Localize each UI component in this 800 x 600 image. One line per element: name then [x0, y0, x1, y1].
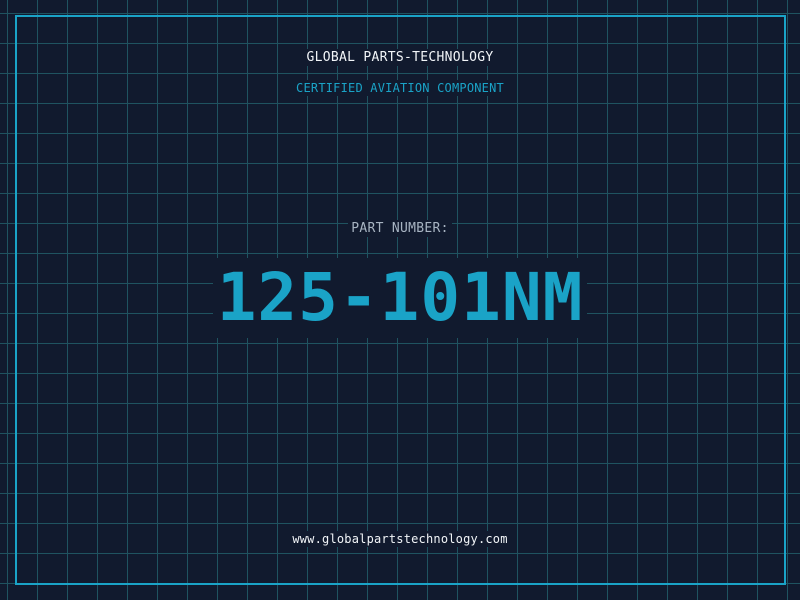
website-url-text: www.globalpartstechnology.com [289, 531, 511, 547]
part-number-value-text: 125-101NM [212, 258, 588, 338]
part-number-label: PART NUMBER: [0, 220, 800, 237]
company-name-text: GLOBAL PARTS-TECHNOLOGY [303, 49, 497, 66]
part-card: GLOBAL PARTS-TECHNOLOGY CERTIFIED AVIATI… [0, 0, 800, 600]
certification-subtitle-text: CERTIFIED AVIATION COMPONENT [293, 80, 507, 96]
part-number-value: 125-101NM [0, 258, 800, 338]
company-name: GLOBAL PARTS-TECHNOLOGY [0, 49, 800, 67]
website-url: www.globalpartstechnology.com [0, 531, 800, 547]
part-number-label-text: PART NUMBER: [348, 220, 452, 237]
certification-subtitle: CERTIFIED AVIATION COMPONENT [0, 80, 800, 96]
